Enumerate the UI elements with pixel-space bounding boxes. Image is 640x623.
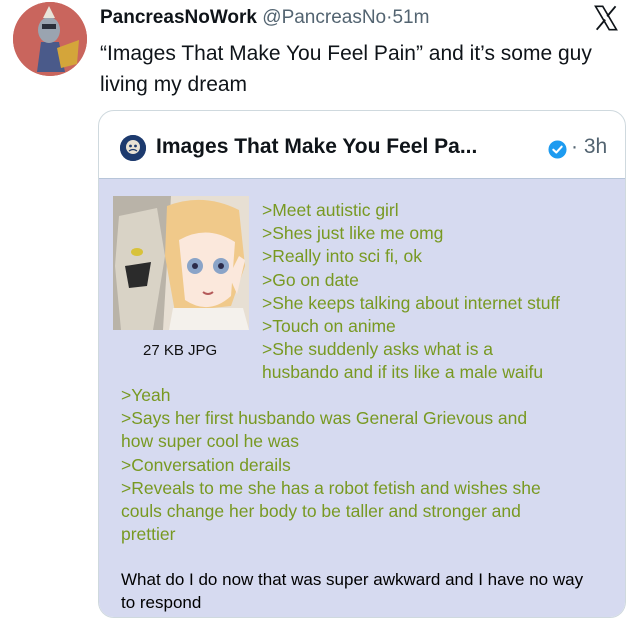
post-comment: What do I do now that was super awkward … xyxy=(121,570,584,612)
tweet-text: “Images That Make You Feel Pain” and it’… xyxy=(100,42,592,96)
x-logo-icon[interactable] xyxy=(592,4,620,32)
author-avatar[interactable] xyxy=(13,2,87,76)
greentext-line: >Yeah xyxy=(121,385,171,405)
quoted-post-card[interactable]: Images That Make You Feel Pa... · 3h 27 … xyxy=(98,110,626,618)
greentext-line: >Touch on anime xyxy=(262,316,396,336)
greentext-line: >Go on date xyxy=(262,270,359,290)
greentext-line: >Reveals to me she has a robot fetish an… xyxy=(121,478,541,498)
greentext-line: >She suddenly asks what is a xyxy=(262,339,494,359)
post-thumbnail[interactable] xyxy=(113,196,249,330)
post-file-info: 27 KB JPG xyxy=(143,342,218,359)
greentext-line: prettier xyxy=(121,524,176,544)
greentext-line: >Shes just like me omg xyxy=(262,223,444,243)
quoted-author-avatar[interactable] xyxy=(120,135,146,161)
imageboard-post: 27 KB JPG >Meet autistic girl >Shes just… xyxy=(99,178,625,617)
greentext-line: >Meet autistic girl xyxy=(262,200,399,220)
quoted-author-name[interactable]: Images That Make You Feel Pa... xyxy=(156,132,477,162)
greentext-line: husbando and if its like a male waifu xyxy=(262,362,544,382)
quoted-time-value: 3h xyxy=(583,135,608,158)
author-display-name[interactable]: PancreasNoWork xyxy=(100,7,257,28)
quoted-post-time[interactable]: · 3h xyxy=(571,132,607,162)
tweet-header: PancreasNoWork @PancreasNo·51m xyxy=(100,6,429,30)
greentext-line: >Conversation derails xyxy=(121,455,291,475)
tweet-time[interactable]: 51m xyxy=(392,7,429,28)
greentext-line: >She keeps talking about internet stuff xyxy=(262,293,560,313)
quoted-separator: · xyxy=(571,135,578,158)
greentext-line: couls change her body to be taller and s… xyxy=(121,501,521,521)
author-handle[interactable]: @PancreasNo xyxy=(262,7,386,28)
greentext-line: >Says her first husbando was General Gri… xyxy=(121,408,528,428)
verified-badge-icon xyxy=(548,138,567,159)
greentext-line: how super cool he was xyxy=(121,431,300,451)
greentext-line: >Really into sci fi, ok xyxy=(262,246,422,266)
